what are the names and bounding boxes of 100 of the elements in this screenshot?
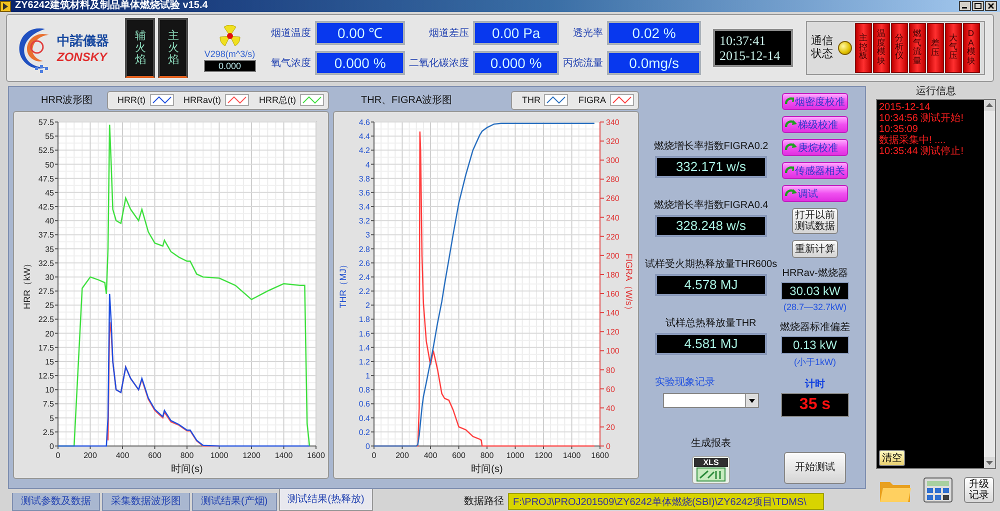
tick-label: 600 [148, 451, 162, 460]
tick-label: 42.5 [38, 202, 54, 212]
legend-label: HRR总(t) [259, 94, 296, 106]
curved-arrow-icon [785, 188, 797, 199]
dropdown-arrow-icon [749, 398, 755, 402]
close-icon[interactable] [985, 1, 997, 11]
reading-value: 0.000 % [473, 51, 560, 75]
tick-label: 4.2 [358, 146, 370, 156]
tick-label: 3.6 [358, 188, 370, 198]
tick-label: 7.5 [42, 400, 54, 409]
calculator-icon[interactable] [923, 477, 953, 503]
tick-label: 40 [45, 216, 54, 226]
tick-label: 1 [366, 372, 370, 381]
start-test-button[interactable]: 开始测试 [784, 452, 846, 484]
tick-label: 37.5 [38, 230, 54, 240]
burner-value: 0.13 kW [781, 336, 849, 354]
burner-range: (小于1kW) [794, 356, 836, 369]
legend-line-icon [300, 94, 324, 106]
tick-label: 0 [606, 442, 610, 451]
curved-arrow-icon [785, 96, 794, 107]
data-path-label: 数据路径 [464, 495, 504, 508]
axis-label: HRR（kW） [22, 258, 32, 310]
action-button[interactable]: 重新计算 [792, 240, 838, 258]
burner-label: 燃烧器标准偏差 [780, 320, 850, 334]
status-indicator: 差压 [926, 23, 944, 73]
result-value: 332.171 w/s [655, 156, 767, 178]
tick-label: 1600 [591, 451, 609, 460]
tick-label: 30 [45, 272, 54, 282]
burner-range: (28.7—32.7kW) [783, 302, 847, 312]
log-title: 运行信息 [915, 86, 957, 98]
scrollbar[interactable] [984, 100, 995, 468]
tick-label: 47.5 [38, 174, 54, 184]
reading-value: 0.00 Pa [473, 21, 560, 45]
minimize-icon[interactable] [959, 1, 971, 11]
log-line: 10:34:56 测试开始! [879, 113, 964, 124]
legend-line-icon [225, 94, 249, 106]
tick-label: 2.6 [358, 258, 370, 268]
tick-label: 10 [45, 386, 54, 395]
status-indicator: 主控板 [854, 23, 872, 73]
tick-label: 22.5 [38, 315, 54, 324]
scroll-up-icon[interactable] [984, 100, 995, 111]
reading-label: 透光率 [572, 26, 604, 40]
tick-label: 220 [606, 232, 620, 242]
tick-label: 200 [606, 251, 620, 260]
tick-label: 4.6 [358, 118, 370, 127]
tick-label: 400 [116, 451, 130, 460]
chart-title: THR、FIGRA波形图 [361, 94, 452, 107]
tick-label: 45 [45, 188, 54, 198]
tick-label: 180 [606, 270, 620, 280]
data-path-field[interactable]: F:\PROJ\PROJ201509\ZY6242单体燃烧(SBI)\ZY6242项目\TDMS\ [508, 493, 824, 510]
reading-label: 丙烷流量 [563, 56, 604, 70]
flame-indicator: 辅火焰 [125, 18, 156, 78]
curved-arrow-icon [785, 142, 797, 153]
status-led [838, 41, 852, 55]
tick-label: 1000 [506, 451, 524, 460]
curved-arrow-icon [785, 165, 794, 176]
tick-label: 12.5 [38, 372, 54, 381]
clock-time: 10:37:41 [719, 33, 767, 48]
tick-label: 52.5 [38, 146, 54, 156]
comm-label: 通信状态 [810, 35, 834, 61]
scroll-down-icon[interactable] [984, 457, 995, 468]
tick-label: 4.4 [358, 132, 370, 142]
clear-button[interactable]: 清空 [879, 450, 905, 466]
curved-arrow-icon [785, 119, 797, 130]
tick-label: 0 [372, 451, 376, 460]
tick-label: 600 [452, 451, 466, 460]
status-indicator: DA模块 [962, 23, 980, 73]
notes-dropdown[interactable] [663, 393, 759, 408]
tick-label: 0 [366, 442, 370, 451]
tick-label: 280 [606, 175, 620, 184]
result-label: 试样总热释放量THR [666, 316, 756, 330]
tick-label: 0.6 [358, 400, 370, 409]
tab[interactable]: 测试结果(产烟) [192, 493, 277, 511]
result-value: 4.578 MJ [655, 274, 767, 296]
tick-label: 0 [50, 442, 54, 451]
tick-label: 25 [45, 301, 54, 310]
tick-label: 160 [606, 290, 620, 299]
tick-label: 400 [424, 451, 438, 460]
burner-value: 30.03 kW [781, 282, 849, 300]
report-button[interactable]: XLS [692, 456, 730, 484]
flow-label: V298(m^3/s) [204, 48, 256, 58]
burner-label: HRRav-燃烧器 [782, 266, 848, 280]
tab[interactable]: 测试参数及数据 [12, 493, 100, 511]
reading-value: 0.0mg/s [607, 51, 702, 75]
action-button[interactable]: 打开以前测试数据 [792, 208, 838, 234]
tab[interactable]: 采集数据波形图 [102, 493, 190, 511]
result-label: 燃烧增长率指数FIGRA0.2 [654, 140, 768, 153]
legend-label: FIGRA [578, 95, 606, 105]
tick-label: 0 [56, 451, 60, 460]
flow-value: 0.000 [204, 60, 256, 72]
legend-line-icon [610, 94, 634, 106]
maximize-icon[interactable] [972, 1, 984, 11]
tab[interactable]: 测试结果(热释放) [278, 489, 374, 511]
tick-label: 57.5 [38, 118, 54, 127]
brand-name: 中諾儀器 [57, 32, 109, 50]
tick-label: 1000 [210, 451, 228, 460]
tick-label: 40 [606, 404, 615, 413]
reading-value: 0.00 ℃ [315, 21, 406, 45]
timer-value: 35 s [781, 393, 849, 417]
upgrade-log-button[interactable]: 升级记录 [964, 477, 994, 503]
